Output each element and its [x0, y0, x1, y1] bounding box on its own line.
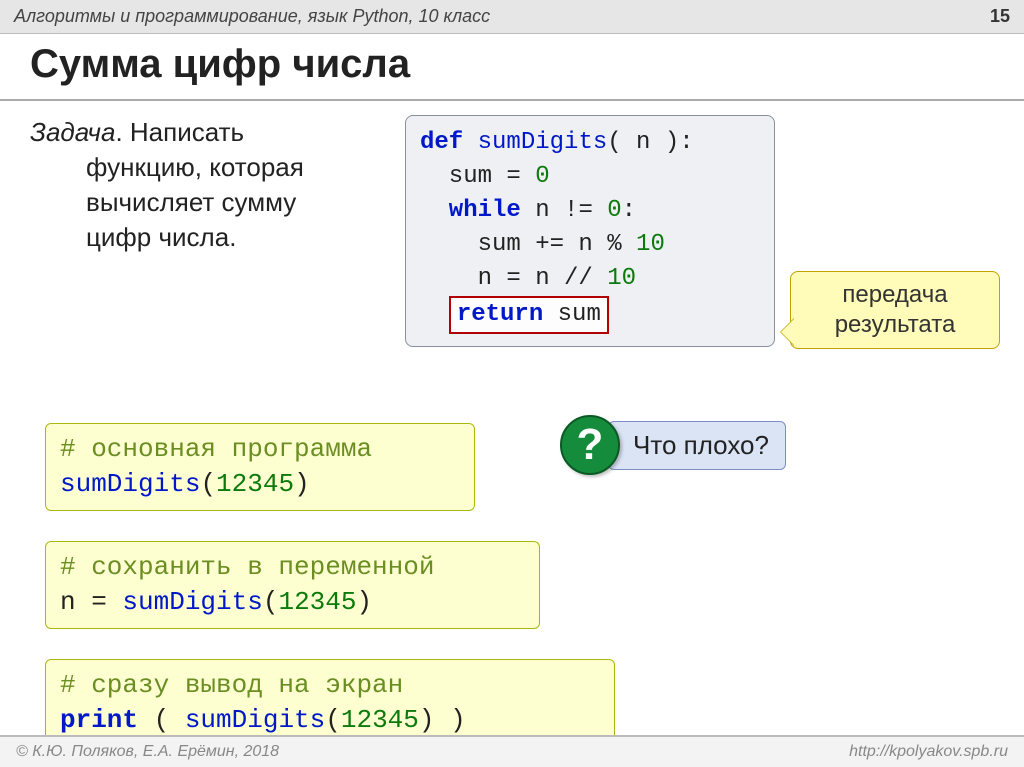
kw-while: while [420, 197, 521, 224]
code-l4-ten: 10 [636, 231, 665, 258]
fn-name: sumDigits [463, 129, 607, 156]
question-block: ? Что плохо? [560, 415, 786, 475]
snippet-print: # сразу вывод на экран print ( sumDigits… [45, 659, 615, 747]
code-l5a: n = n // [420, 265, 607, 292]
code-l2sp [521, 163, 535, 190]
task-dot: . [115, 117, 129, 147]
s1-comment: # основная программа [60, 434, 372, 464]
question-icon: ? [560, 415, 620, 475]
code-l3-rest: n != [521, 197, 607, 224]
task-line2: функцию, которая [30, 150, 390, 185]
return-highlight: return sum [449, 296, 609, 334]
code-l2a: sum [420, 163, 506, 190]
callout-line2: результата [801, 310, 989, 340]
s3-end: ) ) [419, 705, 466, 735]
code-l5-ten: 10 [607, 265, 636, 292]
header-bar: Алгоритмы и программирование, язык Pytho… [0, 0, 1024, 34]
s2-assign: n = [60, 587, 122, 617]
code-block-main: def sumDigits( n ): sum = 0 while n != 0… [405, 115, 775, 347]
task-label: Задача [30, 117, 115, 147]
snippet-store-var: # сохранить в переменной n = sumDigits(1… [45, 541, 540, 629]
code-l6-sum: sum [543, 301, 601, 328]
code-l4a: sum += n % [420, 231, 636, 258]
header-subject: Алгоритмы и программирование, язык Pytho… [14, 6, 490, 27]
snippet-main-program: # основная программа sumDigits(12345) [45, 423, 475, 511]
code-l3-colon: : [622, 197, 636, 224]
question-text: Что плохо? [608, 421, 786, 470]
callout-result: передача результата [790, 271, 1000, 349]
s3-fn: sumDigits [185, 705, 325, 735]
kw-def: def [420, 129, 463, 156]
s3-a: ( [138, 705, 185, 735]
kw-return: return [457, 301, 543, 328]
s1-end: ) [294, 469, 310, 499]
task-line1: Написать [130, 117, 244, 147]
task-text: Задача. Написать функцию, которая вычисл… [30, 115, 390, 255]
s3-paren: ( [325, 705, 341, 735]
footer-url: http://kpolyakov.spb.ru [849, 743, 1008, 761]
s3-print: print [60, 705, 138, 735]
footer-copyright: © К.Ю. Поляков, Е.А. Ерёмин, 2018 [16, 743, 279, 761]
code-l1-rest: ( n ): [607, 129, 693, 156]
s2-paren: ( [263, 587, 279, 617]
task-line4: цифр числа. [30, 220, 390, 255]
footer-bar: © К.Ю. Поляков, Е.А. Ерёмин, 2018 http:/… [0, 735, 1024, 767]
s2-num: 12345 [278, 587, 356, 617]
page-number: 15 [990, 6, 1010, 27]
s3-comment: # сразу вывод на экран [60, 670, 403, 700]
code-l3-zero: 0 [607, 197, 621, 224]
s2-fn: sumDigits [122, 587, 262, 617]
callout-line1: передача [801, 280, 989, 310]
s2-end: ) [356, 587, 372, 617]
s3-num: 12345 [341, 705, 419, 735]
code-l2eq: = [506, 163, 520, 190]
s2-comment: # сохранить в переменной [60, 552, 434, 582]
slide-title: Сумма цифр числа [0, 34, 1024, 101]
code-l6-pad [420, 301, 449, 328]
code-l2-zero: 0 [535, 163, 549, 190]
s1-num: 12345 [216, 469, 294, 499]
task-line3: вычисляет сумму [30, 185, 390, 220]
s1-paren: ( [200, 469, 216, 499]
s1-fn: sumDigits [60, 469, 200, 499]
